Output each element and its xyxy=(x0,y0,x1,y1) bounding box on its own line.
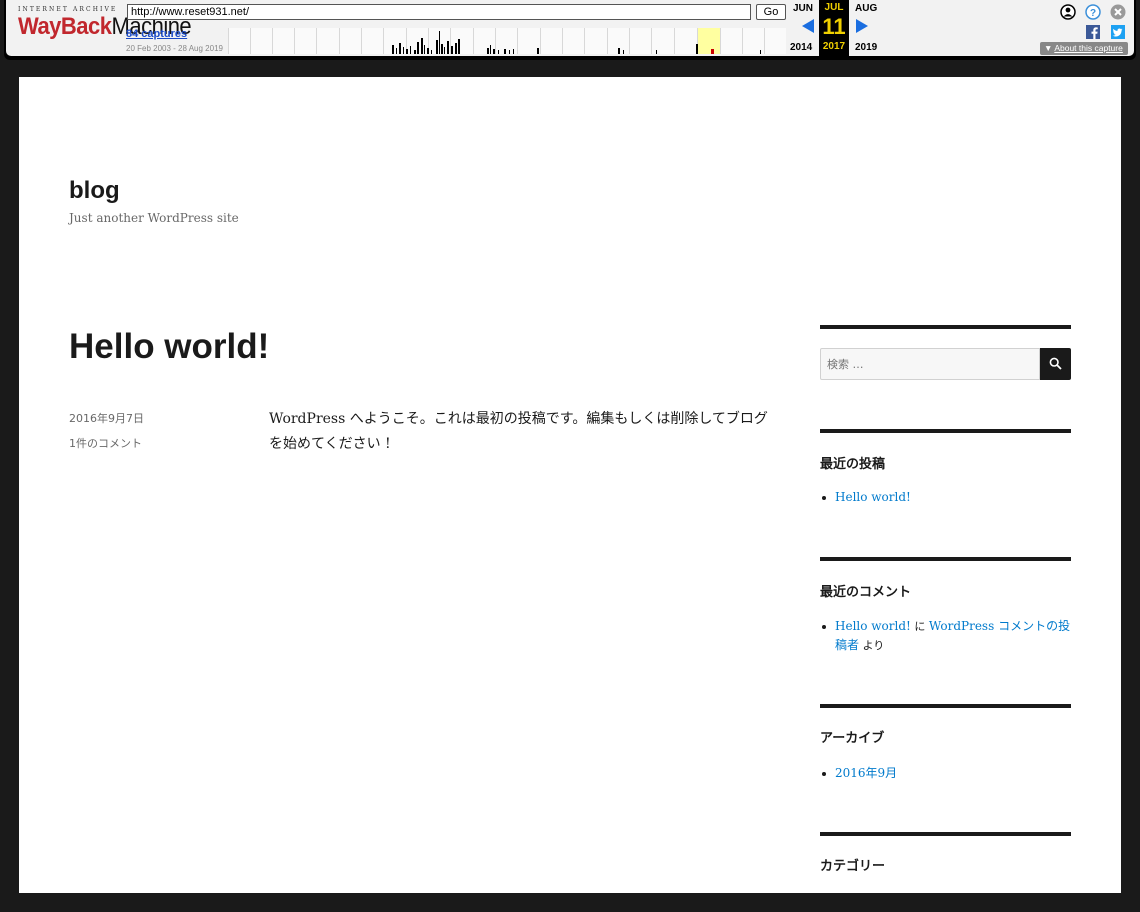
wayback-logo[interactable]: INTERNET ARCHIVE WayBackMachine xyxy=(18,6,192,46)
wayback-current-day: 11 xyxy=(822,14,846,39)
page-container: blog Just another WordPress site Hello w… xyxy=(19,77,1121,893)
list-item: Hello world! xyxy=(820,488,1071,507)
close-icon[interactable] xyxy=(1110,4,1126,20)
search-button[interactable] xyxy=(1040,348,1071,380)
wayback-prev-year[interactable]: 2014 xyxy=(790,42,812,53)
wayback-current-month: JUL xyxy=(824,2,844,13)
wayback-logo-word: WayBackMachine xyxy=(18,11,192,40)
recent-comments-list: Hello world! に WordPress コメントの投稿者 より xyxy=(820,617,1071,655)
wayback-toolbar: INTERNET ARCHIVE WayBackMachine Go 84 ca… xyxy=(4,0,1136,60)
wayback-date-range: 20 Feb 2003 - 28 Aug 2019 xyxy=(126,44,223,53)
user-account-icon[interactable] xyxy=(1060,4,1076,20)
widget-divider xyxy=(820,832,1071,836)
svg-text:?: ? xyxy=(1090,8,1096,19)
about-capture-button[interactable]: ▼ About this capture xyxy=(1040,42,1128,55)
post-body: WordPress へようこそ。これは最初の投稿です。編集もしくは削除してブログ… xyxy=(269,411,768,452)
comment-suffix: より xyxy=(859,639,885,652)
wayback-prev-month[interactable]: JUN xyxy=(793,3,813,14)
archive-link[interactable]: 2016年9月 xyxy=(835,766,897,780)
wayback-capture-sparkline[interactable] xyxy=(228,28,786,54)
archives-list: 2016年9月 xyxy=(820,764,1071,783)
wayback-logo-red: WayBack xyxy=(18,11,112,40)
triangle-down-icon: ▼ xyxy=(1044,43,1053,53)
recent-posts-title: 最近の投稿 xyxy=(820,457,886,472)
site-description: Just another WordPress site xyxy=(69,211,239,225)
widget-divider xyxy=(820,557,1071,561)
archives-title: アーカイブ xyxy=(820,731,885,746)
list-item: Hello world! に WordPress コメントの投稿者 より xyxy=(820,617,1071,655)
wayback-current-date: JUL 11 2017 xyxy=(819,0,849,56)
wayback-url-input[interactable] xyxy=(127,4,751,20)
recent-post-link[interactable]: Hello world! xyxy=(835,490,911,504)
widget-divider xyxy=(820,429,1071,433)
widget-divider xyxy=(820,704,1071,708)
comment-post-link[interactable]: Hello world! xyxy=(835,619,911,633)
wayback-next-month[interactable]: AUG xyxy=(855,3,877,14)
wayback-next-year[interactable]: 2019 xyxy=(855,42,877,53)
help-icon[interactable]: ? xyxy=(1085,4,1101,20)
wayback-current-year: 2017 xyxy=(822,41,846,52)
wayback-prev-arrow-icon[interactable] xyxy=(802,19,814,33)
twitter-icon[interactable] xyxy=(1111,25,1125,39)
sparkline-year-columns xyxy=(228,28,786,54)
wayback-go-button[interactable]: Go xyxy=(756,4,786,20)
recent-comments-title: 最近のコメント xyxy=(820,585,912,600)
list-item: 2016年9月 xyxy=(820,764,1071,783)
search-input[interactable] xyxy=(820,348,1040,380)
post-date[interactable]: 2016年9月7日 xyxy=(69,410,144,426)
post-comments-link[interactable]: 1件のコメント xyxy=(69,435,142,451)
widget-divider xyxy=(820,325,1071,329)
wayback-captures-link[interactable]: 84 captures xyxy=(126,28,187,40)
site-title[interactable]: blog xyxy=(69,177,120,205)
recent-posts-list: Hello world! xyxy=(820,488,1071,507)
wayback-next-arrow-icon[interactable] xyxy=(856,19,868,33)
search-icon xyxy=(1049,357,1062,370)
comment-connector: に xyxy=(910,620,929,633)
about-capture-label: About this capture xyxy=(1054,43,1123,53)
facebook-icon[interactable] xyxy=(1086,25,1100,39)
categories-title: カテゴリー xyxy=(820,859,886,874)
wayback-toolbar-inner: INTERNET ARCHIVE WayBackMachine Go 84 ca… xyxy=(6,0,1134,56)
post-title[interactable]: Hello world! xyxy=(69,327,269,367)
